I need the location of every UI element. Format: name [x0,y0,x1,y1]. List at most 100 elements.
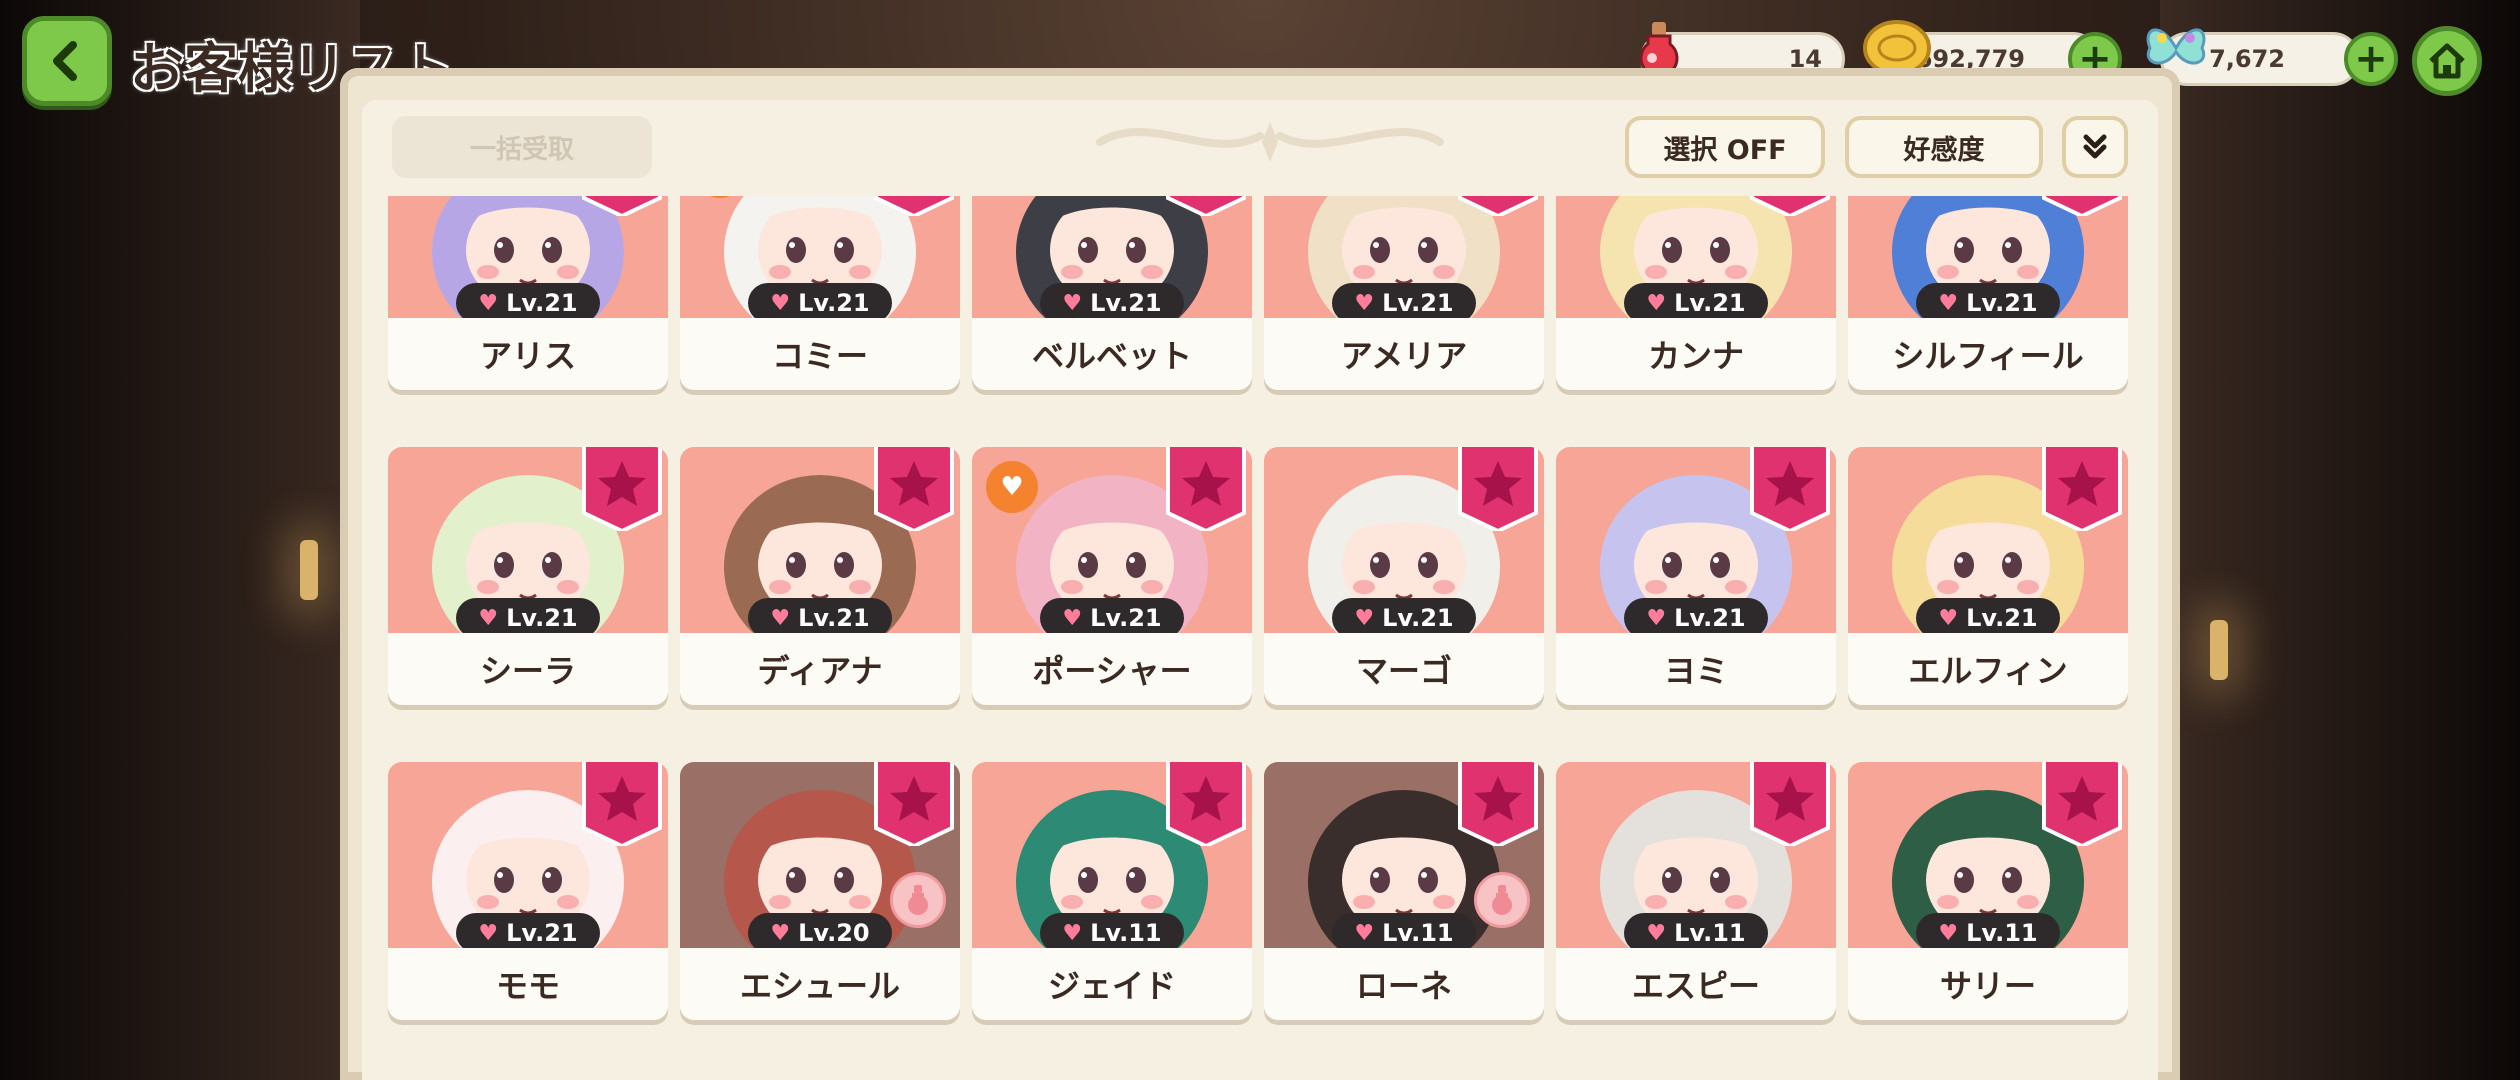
customer-card[interactable]: ♥ Lv.21コミー♥ [680,196,960,390]
heart-icon: ♥ [770,605,791,631]
level-text: Lv.20 [798,919,870,947]
customer-card[interactable]: ♥ Lv.21 エルフィン [1848,447,2128,705]
favorite-ribbon-icon [1166,447,1246,531]
customer-card[interactable]: ♥ Lv.21 モモ [388,762,668,1020]
favorite-ribbon-icon [874,447,954,531]
level-text: Lv.21 [1382,289,1454,317]
level-badge: ♥ Lv.11 [1624,913,1768,953]
customer-name: エシュール [680,948,960,1020]
customer-name: カンナ [1556,318,1836,390]
favorite-ribbon-icon [1458,447,1538,531]
customer-name: ジェイド [972,948,1252,1020]
sort-affinity-button[interactable]: 好感度 [1845,116,2043,178]
level-text: Lv.21 [1090,604,1162,632]
heart-icon: ♥ [1062,605,1083,631]
heart-icon: ♥ [478,605,499,631]
gem-add-button[interactable]: + [2344,32,2398,86]
claim-all-button[interactable]: 一括受取 [392,116,652,178]
favorite-ribbon-icon [1458,196,1538,216]
level-text: Lv.11 [1382,919,1454,947]
customer-name: シーラ [388,633,668,705]
level-badge: ♥ Lv.21 [748,598,892,638]
gem-amount: 7,672 [2209,45,2285,73]
affection-bubble-icon: ♥ [986,461,1038,513]
level-badge: ♥ Lv.21 [1624,283,1768,323]
customer-card[interactable]: ♥ Lv.21 カンナ [1556,196,1836,390]
level-badge: ♥ Lv.21 [1332,283,1476,323]
customer-name: エルフィン [1848,633,2128,705]
heart-icon: ♥ [770,290,791,316]
customer-card[interactable]: ♥ Lv.11 サリー [1848,762,2128,1020]
level-text: Lv.11 [1090,919,1162,947]
customer-card[interactable]: ♥ Lv.20 エシュール [680,762,960,1020]
favorite-ribbon-icon [1750,447,1830,531]
customer-card[interactable]: ♥ Lv.21 ディアナ [680,447,960,705]
customer-card[interactable]: ♥ Lv.21 マーゴ [1264,447,1544,705]
customer-card[interactable]: ♥ Lv.21 ヨミ [1556,447,1836,705]
heart-icon: ♥ [1646,605,1667,631]
heart-icon: ♥ [478,920,499,946]
customer-card[interactable]: ♥ Lv.21 アリス [388,196,668,390]
heart-icon: ♥ [1354,290,1375,316]
heart-icon: ♥ [478,290,499,316]
level-text: Lv.11 [1674,919,1746,947]
customer-name: ベルベット [972,318,1252,390]
favorite-ribbon-icon [1166,196,1246,216]
customer-name: ヨミ [1556,633,1836,705]
heart-icon: ♥ [1646,920,1667,946]
customer-name: ディアナ [680,633,960,705]
favorite-ribbon-icon [1458,762,1538,846]
customer-name: エスピー [1556,948,1836,1020]
candle-right [2210,620,2228,680]
customer-card[interactable]: ♥ Lv.11 ローネ [1264,762,1544,1020]
level-badge: ♥ Lv.20 [748,913,892,953]
heart-icon: ♥ [1354,920,1375,946]
customer-name: マーゴ [1264,633,1544,705]
customer-name: コミー [680,318,960,390]
level-badge: ♥ Lv.21 [1916,598,2060,638]
favorite-ribbon-icon [2042,762,2122,846]
heart-icon: ♥ [1938,290,1959,316]
customer-card[interactable]: ♥ Lv.21 ポーシャー ♥ [972,447,1252,705]
level-text: Lv.21 [798,289,870,317]
customer-card[interactable]: ♥ Lv.21 アメリア [1264,196,1544,390]
level-badge: ♥ Lv.11 [1332,913,1476,953]
favorite-ribbon-icon [874,196,954,216]
favorite-ribbon-icon [1166,762,1246,846]
customer-name: モモ [388,948,668,1020]
home-button[interactable] [2412,26,2482,96]
favorite-ribbon-icon [874,762,954,846]
select-toggle-button[interactable]: 選択 OFF [1625,116,1825,178]
candle-left [300,540,318,600]
background-right-wall [2160,0,2520,1080]
level-text: Lv.21 [1966,289,2038,317]
expand-button[interactable] [2062,116,2128,178]
customer-name: シルフィール [1848,318,2128,390]
customer-card[interactable]: ♥ Lv.11 ジェイド [972,762,1252,1020]
level-badge: ♥ Lv.21 [1624,598,1768,638]
favorite-ribbon-icon [2042,196,2122,216]
level-text: Lv.21 [1966,604,2038,632]
level-text: Lv.21 [1090,289,1162,317]
panel-ornament [1096,122,1444,162]
level-badge: ♥ Lv.21 [748,283,892,323]
home-icon [2429,43,2465,79]
level-text: Lv.21 [798,604,870,632]
customer-card[interactable]: ♥ Lv.21 シーラ [388,447,668,705]
chevron-left-icon [53,41,77,81]
favorite-ribbon-icon [582,196,662,216]
customer-card[interactable]: ♥ Lv.21 シルフィール [1848,196,2128,390]
heart-icon: ♥ [1646,290,1667,316]
level-badge: ♥ Lv.11 [1916,913,2060,953]
back-button[interactable] [22,16,112,106]
level-badge: ♥ Lv.21 [1040,598,1184,638]
heart-icon: ♥ [1354,605,1375,631]
customer-card[interactable]: ♥ Lv.21 ベルベット [972,196,1252,390]
customer-name: アメリア [1264,318,1544,390]
level-text: Lv.21 [506,604,578,632]
level-badge: ♥ Lv.21 [1040,283,1184,323]
level-text: Lv.21 [506,289,578,317]
customer-card[interactable]: ♥ Lv.11 エスピー [1556,762,1836,1020]
heart-icon: ♥ [1938,920,1959,946]
heart-icon: ♥ [1938,605,1959,631]
